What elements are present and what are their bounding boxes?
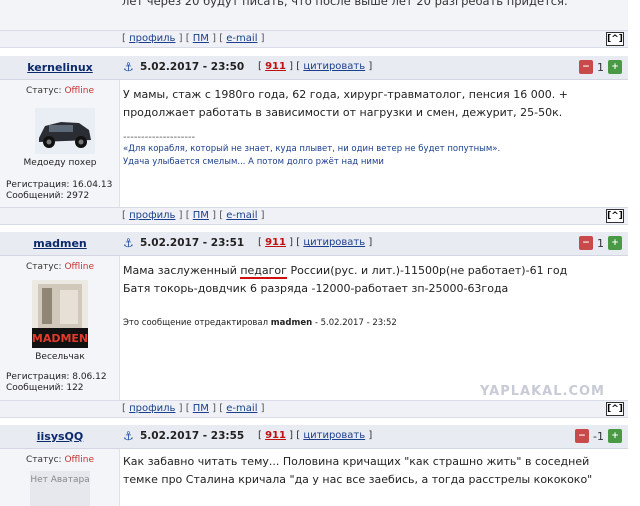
rate-down-icon[interactable]: − — [579, 60, 593, 74]
post-rating: − 1 + — [579, 59, 622, 75]
post-number-link[interactable]: 911 — [265, 237, 286, 248]
post-footer-links: [ профиль ] [ ПМ ] [ e-mail ] — [122, 210, 265, 221]
post-body: Статус: Offline Нет Аватара Как забавно … — [0, 449, 628, 506]
signature-divider: -------------------- — [123, 132, 196, 143]
author-sidebar: Статус: Offline Медоеду похер Регистраци… — [0, 80, 120, 208]
post-text: Мама заслуженный педагог России(рус. и л… — [123, 264, 568, 279]
author-nick[interactable]: madmen — [0, 237, 120, 250]
post-actions: [ 911 ] [ цитировать ] — [258, 61, 373, 72]
author-caption: Медоеду похер — [23, 158, 97, 168]
post-date: 5.02.2017 - 23:50 — [140, 61, 245, 73]
site-watermark: YAPLAKAL.COM — [480, 384, 605, 399]
profile-link[interactable]: профиль — [129, 33, 175, 44]
email-link[interactable]: e-mail — [226, 403, 257, 414]
rate-up-icon[interactable]: + — [608, 236, 622, 250]
avatar-text: MADMEN — [32, 332, 88, 345]
post-header: madmen ⚓ 5.02.2017 - 23:51 [ 911 ] [ цит… — [0, 232, 628, 256]
avatar-placeholder: Нет Аватара — [30, 471, 90, 506]
post-content: Как забавно читать тему... Половина крич… — [123, 449, 624, 489]
author-caption: Весельчак — [35, 352, 85, 362]
rate-up-icon[interactable]: + — [608, 429, 622, 443]
author-status: Статус: Offline — [26, 86, 94, 96]
highlighted-word: педагог — [240, 264, 287, 279]
scrollbar[interactable] — [628, 0, 640, 506]
scroll-top-button[interactable]: [^] — [606, 402, 624, 416]
forum-page: лет через 20 будут писать, что после выш… — [0, 0, 640, 506]
post-actions: [ 911 ] [ цитировать ] — [258, 430, 373, 441]
post-body: Статус: Offline MADMEN Весельчак Регистр… — [0, 256, 628, 400]
author-status: Статус: Offline — [26, 262, 94, 272]
pm-link[interactable]: ПМ — [193, 210, 209, 221]
post-number-link[interactable]: 911 — [265, 61, 286, 72]
post-date: 5.02.2017 - 23:51 — [140, 237, 245, 249]
post-text: У мамы, стаж с 1980го года, 62 года, хир… — [123, 88, 568, 119]
rate-down-icon[interactable]: − — [575, 429, 590, 443]
anchor-icon[interactable]: ⚓ — [123, 236, 134, 250]
post-footer: [ профиль ] [ ПМ ] [ e-mail ] [^] — [0, 30, 628, 48]
avatar[interactable] — [35, 108, 95, 154]
post-text-line-2: Батя токорь-довдчик 6 разряда -12000-раб… — [123, 282, 509, 295]
post-footer-links: [ профиль ] [ ПМ ] [ e-mail ] — [122, 403, 265, 414]
profile-link[interactable]: профиль — [129, 403, 175, 414]
pm-link[interactable]: ПМ — [193, 33, 209, 44]
edit-note: Это сообщение отредактировал madmen - 5.… — [123, 318, 397, 328]
post-footer-links: [ профиль ] [ ПМ ] [ e-mail ] — [122, 33, 265, 44]
author-status: Статус: Offline — [26, 455, 94, 465]
author-nick[interactable]: kernelinux — [0, 61, 120, 74]
post-body: Статус: Offline Медоеду похер Регистраци… — [0, 80, 628, 208]
previous-post-text: лет через 20 будут писать, что после выш… — [122, 0, 568, 8]
author-nick[interactable]: iisysQQ — [0, 430, 120, 443]
rating-score: 1 — [597, 60, 604, 74]
post-content: У мамы, стаж с 1980го года, 62 года, хир… — [123, 80, 624, 169]
author-sidebar: Статус: Offline Нет Аватара — [0, 449, 120, 506]
post-header: iisysQQ ⚓ 5.02.2017 - 23:55 [ 911 ] [ ци… — [0, 425, 628, 449]
email-link[interactable]: e-mail — [226, 33, 257, 44]
signature-line-2: Удача улыбается смелым... А потом долго … — [123, 157, 384, 167]
no-avatar-text: Нет Аватара — [30, 471, 90, 506]
anchor-icon[interactable]: ⚓ — [123, 60, 134, 74]
pm-link[interactable]: ПМ — [193, 403, 209, 414]
quote-link[interactable]: цитировать — [303, 61, 365, 72]
post-rating: − 1 + — [579, 235, 622, 251]
post-date: 5.02.2017 - 23:55 — [140, 430, 245, 442]
post-actions: [ 911 ] [ цитировать ] — [258, 237, 373, 248]
previous-post-tail: лет через 20 будут писать, что после выш… — [0, 0, 628, 30]
scroll-top-button[interactable]: [^] — [606, 209, 624, 223]
post-footer: [ профиль ] [ ПМ ] [ e-mail ] [^] — [0, 400, 628, 418]
post-header: kernelinux ⚓ 5.02.2017 - 23:50 [ 911 ] [… — [0, 56, 628, 80]
author-meta: Регистрация: 16.04.13 Сообщений: 2972 — [6, 180, 113, 201]
author-sidebar: Статус: Offline MADMEN Весельчак Регистр… — [0, 256, 120, 400]
anchor-icon[interactable]: ⚓ — [123, 429, 134, 443]
avatar[interactable]: MADMEN — [32, 280, 88, 348]
email-link[interactable]: e-mail — [226, 210, 257, 221]
scroll-top-button[interactable]: [^] — [606, 32, 624, 46]
rating-score: -1 — [593, 429, 604, 443]
rate-down-icon[interactable]: − — [579, 236, 593, 250]
rating-score: 1 — [597, 236, 604, 250]
quote-link[interactable]: цитировать — [303, 237, 365, 248]
profile-link[interactable]: профиль — [129, 210, 175, 221]
post-text: Как забавно читать тему... Половина крич… — [123, 455, 593, 486]
quote-link[interactable]: цитировать — [303, 430, 365, 441]
rate-up-icon[interactable]: + — [608, 60, 622, 74]
post-number-link[interactable]: 911 — [265, 430, 286, 441]
post-rating: − -1 + — [575, 428, 622, 444]
signature-line-1: «Для корабля, который не знает, куда плы… — [123, 144, 501, 154]
post-content: Мама заслуженный педагог России(рус. и л… — [123, 256, 624, 328]
author-meta: Регистрация: 8.06.12 Сообщений: 122 — [6, 372, 107, 393]
post-footer: [ профиль ] [ ПМ ] [ e-mail ] [^] — [0, 207, 628, 225]
